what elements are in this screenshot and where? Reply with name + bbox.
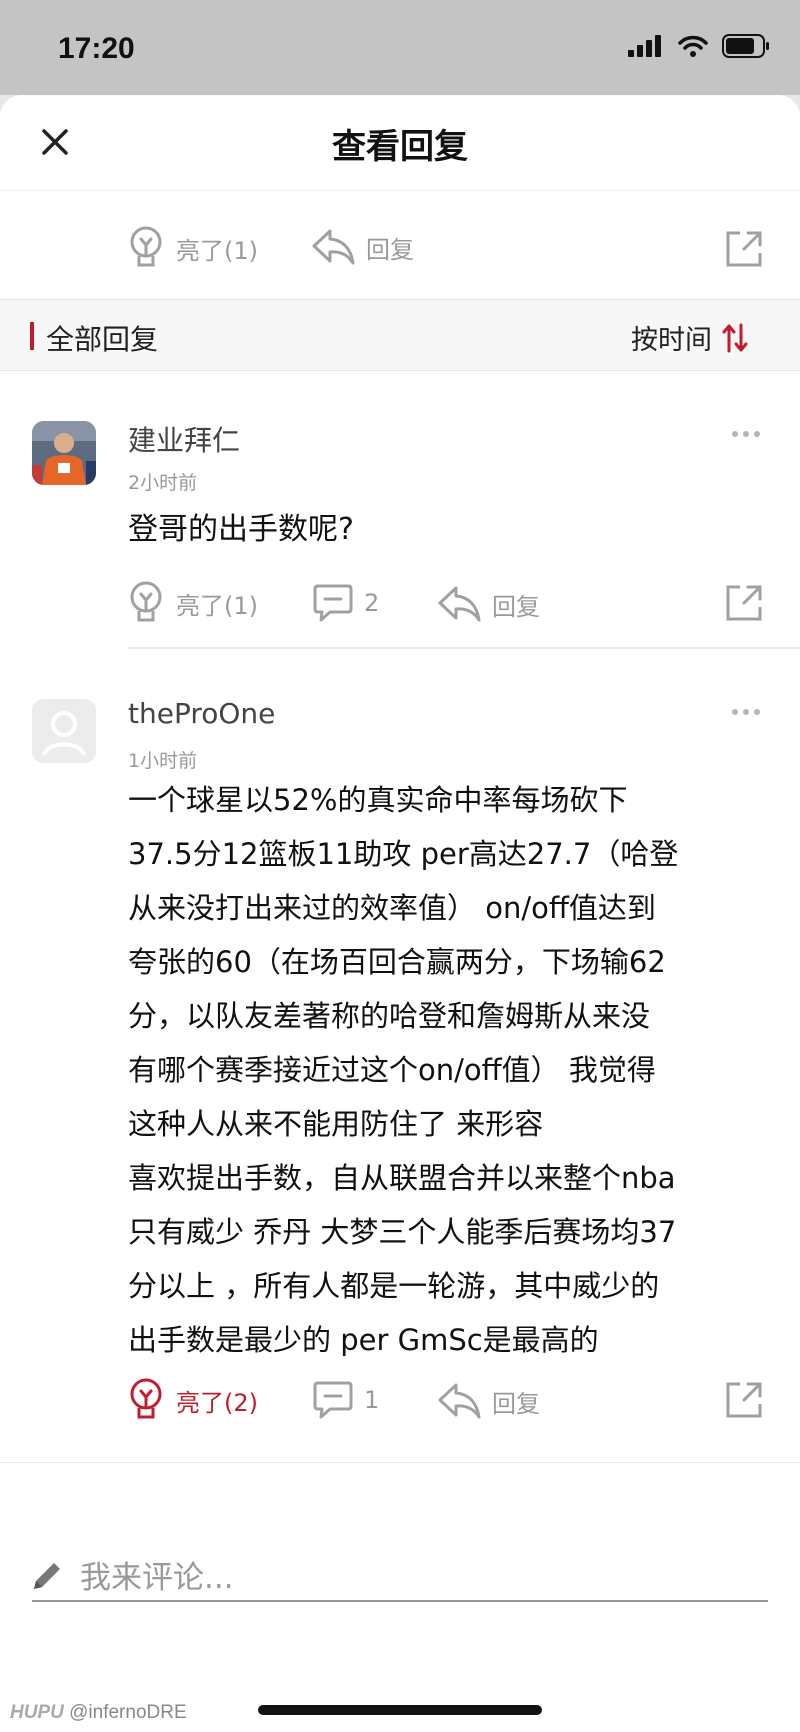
watermark: HUPU @infernoDRE — [10, 1702, 187, 1724]
page-title: 查看回复 — [332, 127, 468, 167]
content-line: 出手数是最少的 per GmSc是最高的 — [128, 1323, 599, 1357]
reply-label: 回复 — [366, 235, 414, 264]
username[interactable]: theProOne — [128, 697, 275, 730]
like-button[interactable]: 亮了(1) — [126, 225, 258, 271]
username[interactable]: 建业拜仁 — [128, 419, 240, 459]
lightbulb-icon — [130, 1378, 162, 1419]
home-indicator[interactable] — [258, 1705, 542, 1715]
content-line: 有哪个赛季接近过这个on/off值） 我觉得 — [128, 1053, 656, 1087]
wifi-icon — [678, 35, 708, 57]
section-bar: 全部回复 按时间 — [0, 299, 800, 371]
reply-label: 回复 — [492, 1389, 540, 1418]
status-time: 17:20 — [58, 32, 135, 65]
comment-input[interactable]: 我来评论... — [80, 1552, 234, 1597]
share-icon[interactable] — [724, 229, 764, 269]
share-icon[interactable] — [724, 1380, 764, 1420]
avatar[interactable] — [32, 421, 96, 485]
watermark-handle: @infernoDRE — [69, 1702, 187, 1723]
content-line: 37.5分12篮板11助攻 per高达27.7（哈登 — [128, 837, 679, 871]
like-label: 亮了(2) — [176, 1388, 258, 1417]
share-icon[interactable] — [724, 583, 764, 623]
comment-content: 一个球星以52%的真实命中率每场砍下 37.5分12篮板11助攻 per高达27… — [128, 773, 678, 1367]
reply-button[interactable]: 回复 — [436, 584, 540, 624]
status-icons — [628, 34, 770, 58]
reply-label: 回复 — [492, 592, 540, 621]
comment-content: 登哥的出手数呢? — [128, 501, 354, 558]
input-underline — [32, 1600, 768, 1602]
section-title: 全部回复 — [46, 323, 159, 356]
comment-input-bar: 我来评论... — [0, 1462, 800, 1637]
content-line: 分以上 ，所有人都是一轮游，其中威少的 — [128, 1269, 660, 1303]
content-line: 只有威少 乔丹 大梦三个人能季后赛场均37 — [128, 1215, 677, 1249]
watermark-brand: HUPU — [10, 1702, 64, 1723]
more-options-icon[interactable] — [732, 431, 760, 437]
like-button[interactable]: 亮了(2) — [126, 1377, 258, 1423]
reply-arrow-icon — [438, 586, 481, 622]
lightbulb-icon — [130, 581, 162, 622]
reply-arrow-icon — [438, 1383, 481, 1419]
sort-arrows-icon — [722, 323, 748, 352]
like-label: 亮了(1) — [176, 236, 258, 265]
signal-icon — [628, 35, 661, 57]
content-line: 登哥的出手数呢? — [128, 512, 354, 547]
comment-bubble-icon — [313, 1381, 353, 1419]
comment-bubble-icon — [313, 584, 353, 622]
header: 查看回复 — [0, 95, 800, 191]
comment-time: 2小时前 — [128, 472, 198, 494]
like-button[interactable]: 亮了(1) — [126, 580, 258, 626]
comment-item: theProOne 1小时前 一个球星以52%的真实命中率每场砍下 37.5分1… — [0, 649, 800, 1446]
pencil-icon — [34, 1563, 60, 1589]
reply-count: 2 — [364, 589, 380, 617]
lightbulb-icon — [130, 226, 162, 267]
comment-time: 1小时前 — [128, 750, 198, 772]
comment-item: 建业拜仁 2小时前 登哥的出手数呢? 亮了(1) 2 回复 — [0, 371, 800, 649]
original-post-actions: 亮了(1) 回复 — [0, 191, 800, 299]
like-label: 亮了(1) — [176, 591, 258, 620]
content-line: 分，以队友差著称的哈登和詹姆斯从来没 — [128, 999, 651, 1033]
reply-count: 1 — [364, 1386, 380, 1414]
reply-arrow-icon — [312, 229, 355, 265]
content-line: 这种人从来不能用防住了 来形容 — [128, 1107, 544, 1141]
comment-count-button[interactable]: 1 — [312, 1380, 379, 1420]
sort-toggle[interactable]: 按时间 — [631, 318, 748, 357]
content-line: 从来没打出来过的效率值） on/off值达到 — [128, 891, 656, 925]
comment-count-button[interactable]: 2 — [312, 583, 379, 623]
avatar[interactable] — [32, 699, 96, 763]
section-marker — [30, 322, 34, 350]
content-line: 一个球星以52%的真实命中率每场砍下 — [128, 783, 628, 817]
sort-label: 按时间 — [631, 325, 712, 356]
reply-button[interactable]: 回复 — [310, 227, 414, 267]
content-line: 喜欢提出手数，自从联盟合并以来整个nba — [128, 1161, 676, 1195]
reply-button[interactable]: 回复 — [436, 1381, 540, 1421]
more-options-icon[interactable] — [732, 709, 760, 715]
content-line: 夸张的60（在场百回合赢两分，下场输62 — [128, 945, 666, 979]
battery-icon — [722, 34, 769, 58]
status-bar: 17:20 — [0, 0, 800, 95]
